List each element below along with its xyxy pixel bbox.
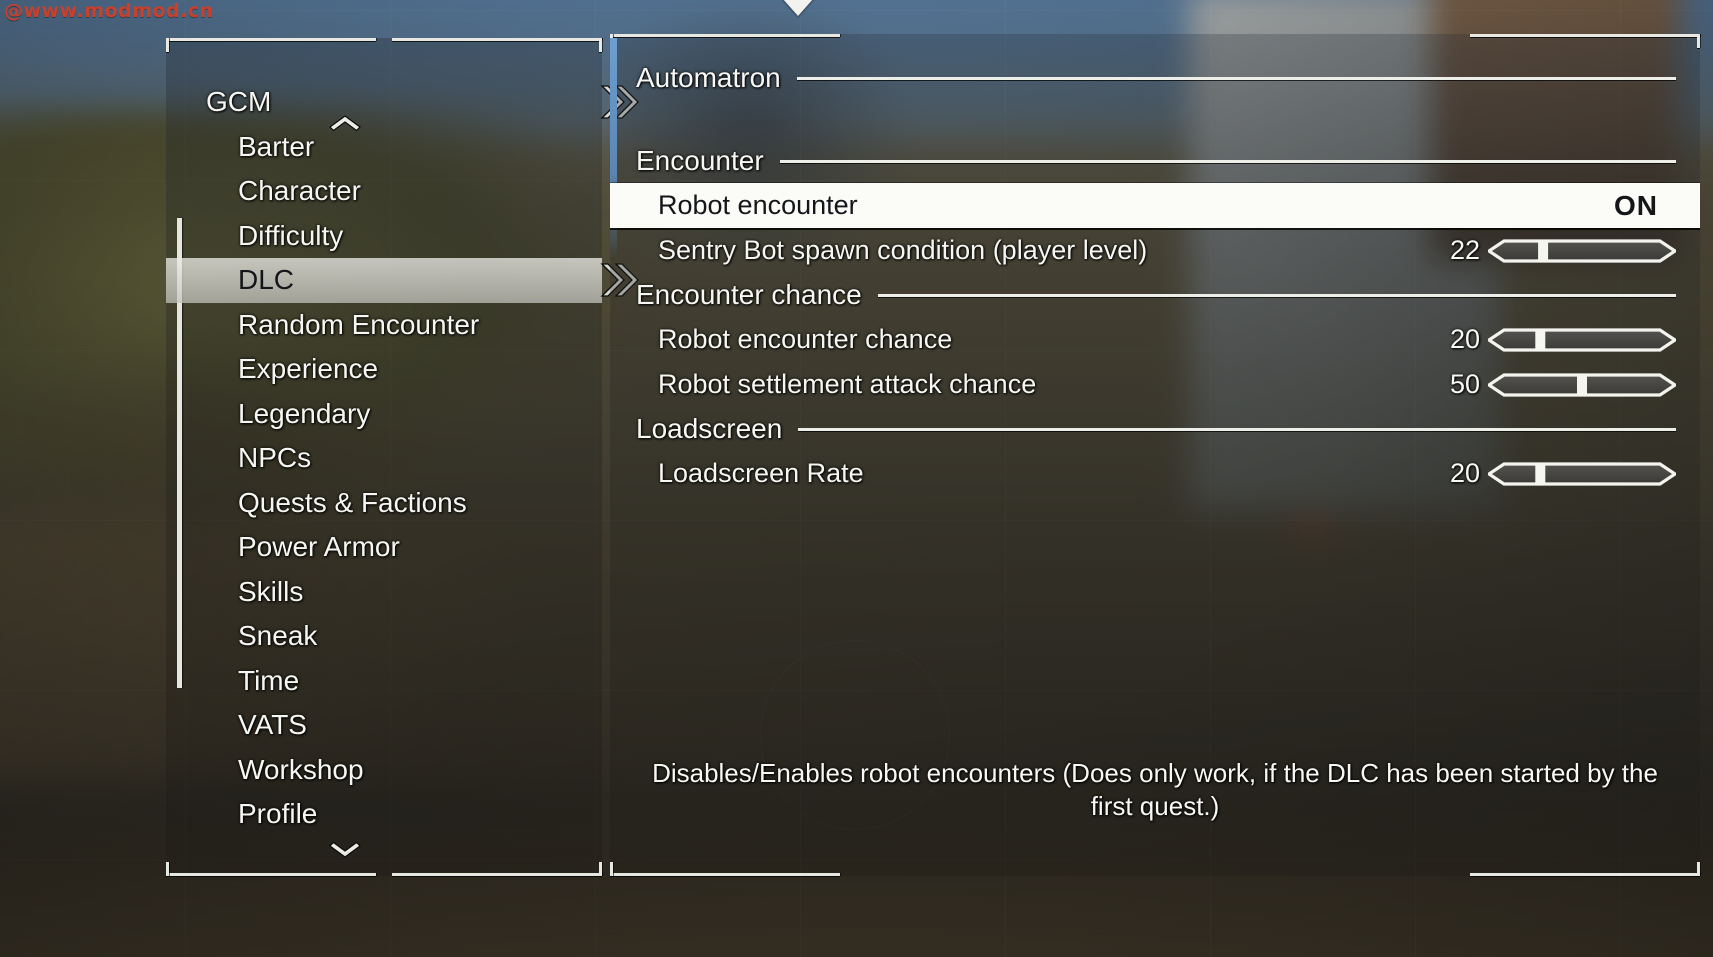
sidebar-item-label: Time	[238, 664, 300, 696]
setting-label: Robot encounter chance	[658, 324, 953, 354]
settings-group-label: Loadscreen	[636, 413, 783, 444]
settings-group-label: Encounter	[636, 145, 764, 176]
sidebar-item-label: DLC	[238, 264, 295, 296]
sidebar-item-label: Profile	[238, 798, 318, 830]
setting-slider[interactable]: 22	[1436, 235, 1676, 266]
sidebar-item-label: Random Encounter	[238, 308, 480, 340]
sidebar-item-label: Experience	[238, 353, 379, 385]
sidebar-item-label: Difficulty	[238, 219, 344, 251]
chevron-down-icon[interactable]	[328, 838, 362, 862]
game-screen: @www.modmod.cn GCM Barter Character Diff…	[0, 0, 1713, 957]
setting-row[interactable]: Robot settlement attack chance 50	[610, 362, 1700, 407]
setting-row[interactable]: Loadscreen Rate 20	[610, 451, 1700, 496]
sidebar-item-power-armor[interactable]: Power Armor	[166, 525, 602, 570]
sidebar-item-time[interactable]: Time	[166, 659, 602, 704]
setting-slider[interactable]: 20	[1436, 324, 1676, 355]
sidebar-item-gcm[interactable]: GCM	[166, 80, 639, 125]
sidebar-item-experience[interactable]: Experience	[166, 347, 602, 392]
setting-slider[interactable]: 50	[1436, 369, 1676, 400]
sidebar-menu-list: GCM Barter Character Difficulty DLC Random En…	[166, 80, 639, 837]
sidebar-item-npcs[interactable]: NPCs	[166, 436, 602, 481]
sidebar-item-legendary[interactable]: Legendary	[166, 392, 602, 437]
sidebar-item-profile[interactable]: Profile	[166, 792, 602, 837]
sidebar-item-dlc[interactable]: DLC	[166, 258, 639, 303]
setting-label: Sentry Bot spawn condition (player level…	[658, 235, 1148, 265]
setting-row[interactable]: Robot encounter ON	[610, 183, 1700, 228]
settings-group-header: Encounter	[610, 139, 1700, 183]
settings-group-header: Loadscreen	[610, 407, 1700, 451]
sidebar-item-vats[interactable]: VATS	[166, 703, 602, 748]
sidebar-item-label: GCM	[206, 86, 272, 118]
setting-label: Robot encounter	[658, 190, 858, 220]
sidebar-item-barter[interactable]: Barter	[166, 125, 602, 170]
sidebar-item-skills[interactable]: Skills	[166, 570, 602, 615]
sidebar-item-workshop[interactable]: Workshop	[166, 748, 602, 793]
setting-row[interactable]: Robot encounter chance 20	[610, 317, 1700, 362]
setting-row[interactable]: Sentry Bot spawn condition (player level…	[610, 228, 1700, 273]
settings-group-list: Automatron Encounter Robot encounter ON Sent…	[610, 34, 1700, 496]
group-divider-rule	[796, 76, 1676, 80]
top-caret-icon	[782, 0, 814, 16]
sidebar-item-label: Power Armor	[238, 531, 400, 563]
slider-track[interactable]	[1488, 236, 1676, 266]
setting-toggle-value[interactable]: ON	[1614, 190, 1676, 222]
sidebar-item-label: Character	[238, 175, 361, 207]
group-divider-rule	[779, 159, 1676, 163]
sidebar-item-label: Legendary	[238, 397, 371, 429]
description-box: Disables/Enables robot encounters (Does …	[610, 757, 1700, 822]
settings-group-header: Automatron	[610, 56, 1700, 100]
setting-slider[interactable]: 20	[1436, 458, 1676, 489]
sidebar-item-label: VATS	[238, 709, 307, 741]
sidebar-item-sneak[interactable]: Sneak	[166, 614, 602, 659]
sidebar-item-quests-factions[interactable]: Quests & Factions	[166, 481, 602, 526]
sidebar-item-label: NPCs	[238, 442, 312, 474]
description-text: Disables/Enables robot encounters (Does …	[652, 758, 1658, 821]
content-panel: Automatron Encounter Robot encounter ON Sent…	[610, 34, 1700, 876]
settings-group-label: Encounter chance	[636, 279, 862, 310]
sidebar-item-label: Barter	[238, 130, 315, 162]
slider-value: 20	[1449, 324, 1480, 354]
slider-value: 22	[1449, 235, 1480, 265]
slider-track[interactable]	[1488, 370, 1676, 400]
group-divider-rule	[798, 427, 1676, 431]
sidebar-item-label: Skills	[238, 575, 304, 607]
setting-label: Loadscreen Rate	[658, 458, 864, 488]
sidebar-item-random-encounter[interactable]: Random Encounter	[166, 303, 602, 348]
sidebar-panel: GCM Barter Character Difficulty DLC Random En…	[166, 38, 639, 876]
chevron-up-icon[interactable]	[328, 111, 362, 135]
sidebar-item-label: Sneak	[238, 620, 318, 652]
slider-track[interactable]	[1488, 459, 1676, 489]
group-divider-rule	[877, 293, 1676, 297]
slider-value: 50	[1449, 369, 1480, 399]
sidebar-item-label: Quests & Factions	[238, 486, 467, 518]
sidebar-item-character[interactable]: Character	[166, 169, 602, 214]
settings-group-label: Automatron	[636, 62, 781, 93]
site-watermark: @www.modmod.cn	[4, 0, 214, 22]
sidebar-item-difficulty[interactable]: Difficulty	[166, 214, 602, 259]
settings-group-header: Encounter chance	[610, 273, 1700, 317]
slider-value: 20	[1449, 458, 1480, 488]
sidebar-item-label: Workshop	[238, 753, 364, 785]
slider-track[interactable]	[1488, 325, 1676, 355]
setting-label: Robot settlement attack chance	[658, 369, 1037, 399]
